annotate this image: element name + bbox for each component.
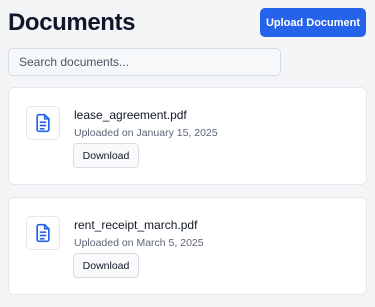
search-input[interactable]	[8, 48, 281, 76]
download-button[interactable]: Download	[73, 143, 139, 168]
document-upload-date: Uploaded on January 15, 2025	[74, 127, 218, 139]
document-list: lease_agreement.pdf Uploaded on January …	[8, 87, 367, 307]
upload-document-button[interactable]: Upload Document	[260, 8, 366, 37]
document-icon-box	[26, 106, 60, 140]
file-text-icon	[36, 223, 50, 243]
document-card: lease_agreement.pdf Uploaded on January …	[8, 87, 367, 185]
download-button[interactable]: Download	[73, 253, 139, 278]
page-title: Documents	[8, 9, 136, 36]
document-icon-box	[26, 216, 60, 250]
document-card: rent_receipt_march.pdf Uploaded on March…	[8, 197, 367, 295]
document-name: lease_agreement.pdf	[74, 108, 187, 122]
file-text-icon	[36, 113, 50, 133]
document-name: rent_receipt_march.pdf	[74, 218, 198, 232]
document-upload-date: Uploaded on March 5, 2025	[74, 237, 204, 249]
